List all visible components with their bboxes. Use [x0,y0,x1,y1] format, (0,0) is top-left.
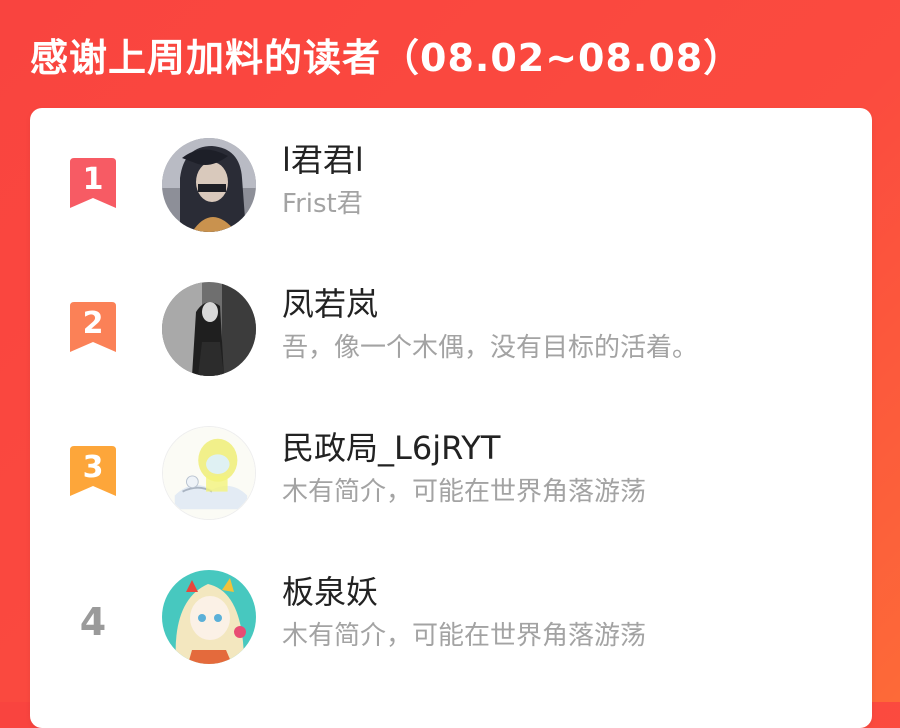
rank-number: 3 [82,450,104,485]
readers-card: 1 l君君l Frist君 2 凤若岚 吾，像一个木偶，没有目标的活着。 3 民… [30,108,872,728]
avatar-monochrome-figure-icon [162,282,256,376]
avatar[interactable] [162,282,256,376]
reader-bio: Frist君 [282,189,363,219]
rank-number-plain: 4 [68,590,118,646]
rank-number: 2 [82,306,104,341]
rank-badge-3: 3 [68,446,118,502]
avatar-yellow-sketch-icon [163,427,255,519]
rank-number: 1 [82,162,104,197]
reader-bio: 吾，像一个木偶，没有目标的活着。 [282,333,699,363]
reader-row[interactable]: 1 l君君l Frist君 [30,136,872,236]
avatar-dark-hair-icon [162,138,256,232]
reader-name[interactable]: 凤若岚 [282,282,378,326]
rank-badge-1: 1 [68,158,118,214]
reader-row[interactable]: 4 板泉妖 木有简介，可能在世界角落游荡 [30,568,872,668]
avatar[interactable] [162,426,256,520]
reader-name[interactable]: 板泉妖 [282,570,378,614]
reader-bio: 木有简介，可能在世界角落游荡 [282,477,647,507]
reader-row[interactable]: 2 凤若岚 吾，像一个木偶，没有目标的活着。 [30,280,872,380]
rank-number: 4 [79,600,107,644]
avatar-colorful-girl-icon [162,570,256,664]
reader-row[interactable]: 3 民政局_L6jRYT 木有简介，可能在世界角落游荡 [30,424,872,524]
page-title: 感谢上周加料的读者（08.02~08.08） [30,36,743,80]
reader-name[interactable]: l君君l [282,138,364,182]
rank-badge-2: 2 [68,302,118,358]
avatar[interactable] [162,138,256,232]
avatar[interactable] [162,570,256,664]
reader-name[interactable]: 民政局_L6jRYT [282,426,500,470]
reader-bio: 木有简介，可能在世界角落游荡 [282,621,647,651]
